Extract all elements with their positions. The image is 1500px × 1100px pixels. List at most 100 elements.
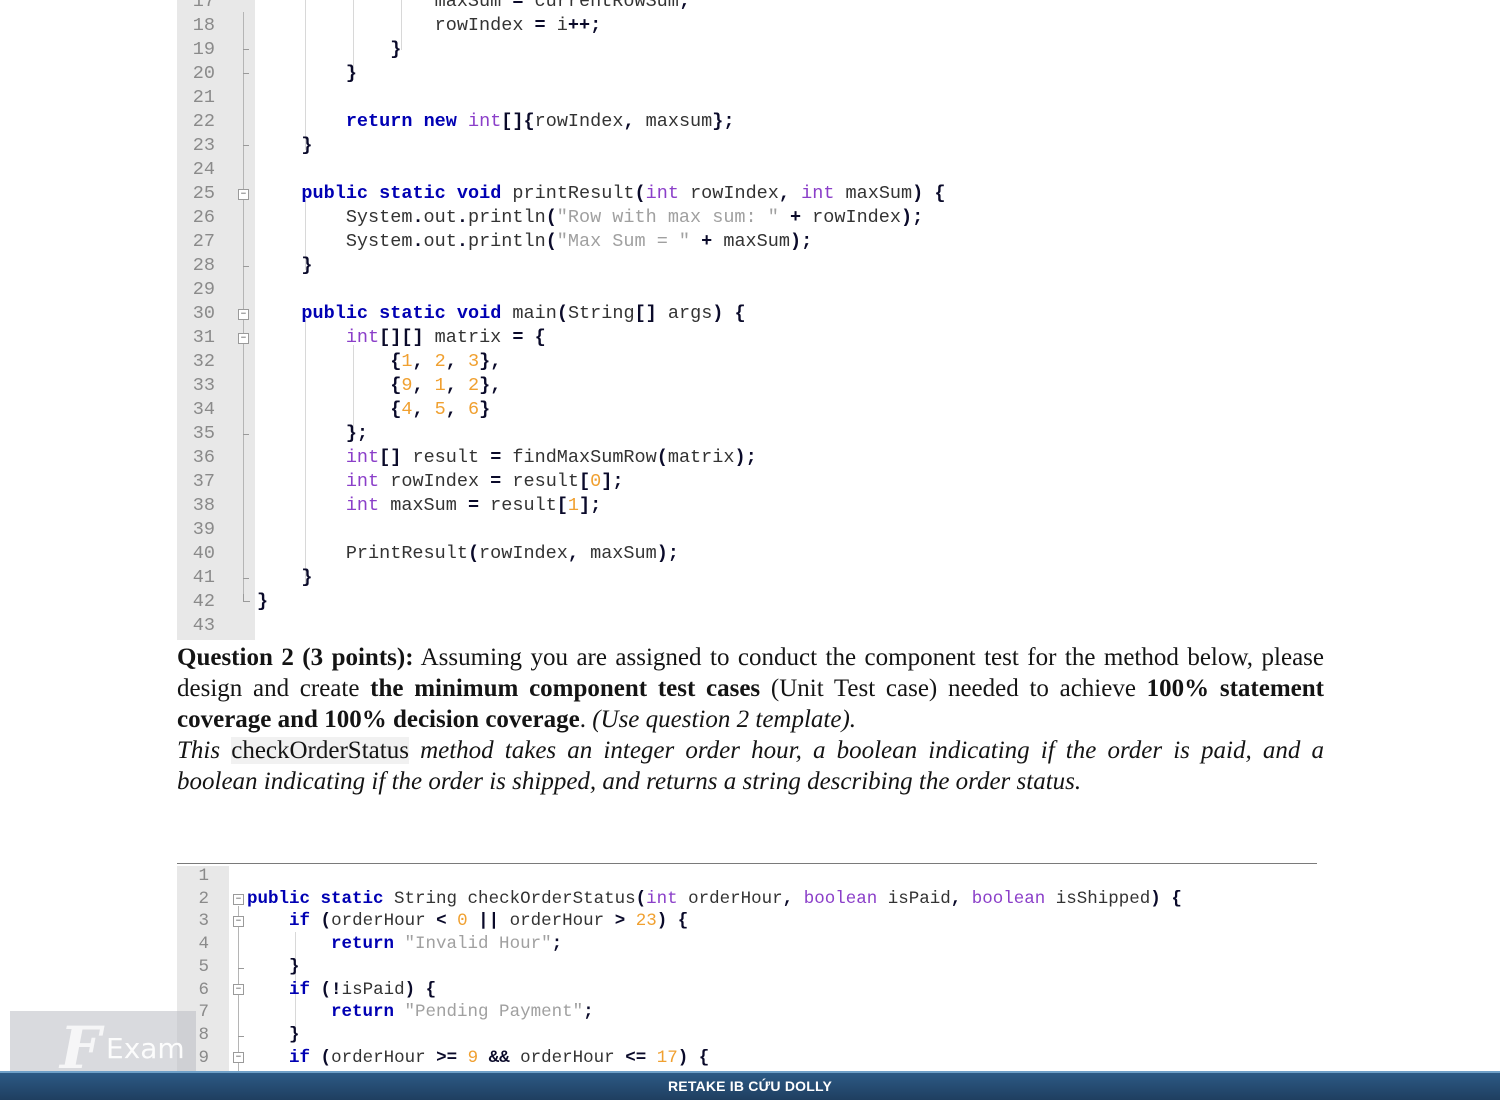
- question-text: Question 2 (3 points): Assuming you are …: [177, 642, 1324, 797]
- code-text: }: [289, 956, 300, 977]
- line-number: 6: [198, 979, 209, 1000]
- code-line: 31 int[][] matrix = {: [177, 326, 1317, 350]
- code-line: 42}: [177, 590, 1317, 614]
- line-number: 30: [192, 303, 215, 324]
- line-number: 19: [192, 39, 215, 60]
- question-bold-phrase: the minimum component test cases: [370, 675, 761, 702]
- code-line: 43: [177, 614, 1317, 638]
- footer-text: RETAKE IB CỨU DOLLY: [668, 1078, 832, 1094]
- code-text: }: [345, 63, 357, 84]
- code-line: 30 public static void main(String[] args…: [177, 302, 1317, 326]
- line-number: 1: [198, 866, 209, 886]
- code-line: 3 if (orderHour < 0 || orderHour > 23) {: [177, 910, 1317, 933]
- code-text: return "Invalid Hour";: [331, 934, 563, 955]
- code-line: 1: [177, 865, 1317, 888]
- code-line: 8 }: [177, 1024, 1317, 1047]
- code-text: int rowIndex = result[0];: [345, 471, 624, 492]
- line-number: 39: [192, 519, 215, 540]
- line-number: 17: [192, 0, 215, 12]
- code-line: 41 }: [177, 566, 1317, 590]
- line-number: 43: [192, 615, 215, 636]
- line-number: 36: [192, 447, 215, 468]
- code-text: }: [301, 255, 313, 276]
- code-text: if (orderHour >= 9 && orderHour <= 17) {: [289, 1047, 710, 1068]
- line-number: 23: [192, 135, 215, 156]
- line-number: 41: [192, 567, 215, 588]
- code-text: }: [257, 591, 269, 612]
- code-line: 22 return new int[]{rowIndex, maxsum};: [177, 110, 1317, 134]
- code-text: }: [301, 135, 313, 156]
- code-line: 17 maxSum = currentRowSum;: [177, 0, 1317, 14]
- code-text: public static void printResult(int rowIn…: [301, 183, 946, 204]
- method-name: checkOrderStatus: [231, 737, 409, 764]
- code-line: 32 {1, 2, 3},: [177, 350, 1317, 374]
- code-line: 38 int maxSum = result[1];: [177, 494, 1317, 518]
- line-number: 22: [192, 111, 215, 132]
- code-text: int maxSum = result[1];: [345, 495, 602, 516]
- divider: [177, 863, 1317, 864]
- code-text: return "Pending Payment";: [331, 1002, 594, 1023]
- line-number: 21: [192, 87, 215, 108]
- code-line: 35 };: [177, 422, 1317, 446]
- code-line: 20 }: [177, 62, 1317, 86]
- code-line: 7 return "Pending Payment";: [177, 1001, 1317, 1024]
- code-line: 36 int[] result = findMaxSumRow(matrix);: [177, 446, 1317, 470]
- code-line: 9 if (orderHour >= 9 && orderHour <= 17)…: [177, 1047, 1317, 1070]
- code-listing-main: − − − 17 maxSum = currentRowSum; 18 rowIn…: [177, 0, 1317, 640]
- code-text: }: [289, 1024, 300, 1045]
- line-number: 37: [192, 471, 215, 492]
- line-number: 42: [192, 591, 215, 612]
- code-text: int[][] matrix = {: [345, 327, 546, 348]
- code-line: 37 int rowIndex = result[0];: [177, 470, 1317, 494]
- line-number: 4: [198, 934, 209, 955]
- code-text: if (!isPaid) {: [289, 979, 437, 1000]
- code-line: 29: [177, 278, 1317, 302]
- question-template-note: (Use question 2 template).: [585, 706, 857, 733]
- line-number: 29: [192, 279, 215, 300]
- code-line: 23 }: [177, 134, 1317, 158]
- line-number: 33: [192, 375, 215, 396]
- code-text: System.out.println("Row with max sum: " …: [257, 207, 924, 228]
- line-number: 32: [192, 351, 215, 372]
- code-text: {9, 1, 2},: [390, 375, 502, 396]
- code-text: System.out.println("Max Sum = " + maxSum…: [257, 231, 813, 252]
- code-text: rowIndex = i++;: [257, 15, 602, 36]
- line-number: 38: [192, 495, 215, 516]
- line-number: 2: [198, 888, 209, 909]
- line-number: 34: [192, 399, 215, 420]
- logo-text: Exam: [106, 1032, 185, 1065]
- line-number: 25: [192, 183, 215, 204]
- code-text: return new int[]{rowIndex, maxsum};: [345, 111, 735, 132]
- line-number: 35: [192, 423, 215, 444]
- code-listing-checkorderstatus: − − − − 1 2 public static String checkOrde…: [177, 866, 1317, 1074]
- code-text: int[] result = findMaxSumRow(matrix);: [345, 447, 757, 468]
- code-line: 39: [177, 518, 1317, 542]
- line-number: 40: [192, 543, 215, 564]
- line-number: 24: [192, 159, 215, 180]
- code-text: maxSum = currentRowSum;: [257, 0, 690, 12]
- code-line: 40 PrintResult(rowIndex, maxSum);: [177, 542, 1317, 566]
- line-number: 20: [192, 63, 215, 84]
- line-number: 3: [198, 911, 209, 932]
- code-text: }: [301, 567, 313, 588]
- code-line: 5 }: [177, 956, 1317, 979]
- line-number: 26: [192, 207, 215, 228]
- code-text: public static String checkOrderStatus(in…: [247, 888, 1182, 909]
- line-number: 27: [192, 231, 215, 252]
- question-label: Question 2 (3 points):: [177, 644, 414, 671]
- code-text: {4, 5, 6}: [390, 399, 491, 420]
- code-text: {1, 2, 3},: [390, 351, 502, 372]
- code-line: 2 public static String checkOrderStatus(i…: [177, 888, 1317, 911]
- code-text: PrintResult(rowIndex, maxSum);: [257, 543, 679, 564]
- code-text: if (orderHour < 0 || orderHour > 23) {: [289, 911, 689, 932]
- code-text: public static void main(String[] args) {: [301, 303, 746, 324]
- line-number: 5: [198, 956, 209, 977]
- line-number: 28: [192, 255, 215, 276]
- footer-bar: RETAKE IB CỨU DOLLY: [0, 1071, 1500, 1100]
- line-number: 18: [192, 15, 215, 36]
- desc-start: This: [177, 737, 232, 764]
- code-line: 25 public static void printResult(int ro…: [177, 182, 1317, 206]
- code-line: 27 System.out.println("Max Sum = " + max…: [177, 230, 1317, 254]
- code-line: 34 {4, 5, 6}: [177, 398, 1317, 422]
- line-number: 31: [192, 327, 215, 348]
